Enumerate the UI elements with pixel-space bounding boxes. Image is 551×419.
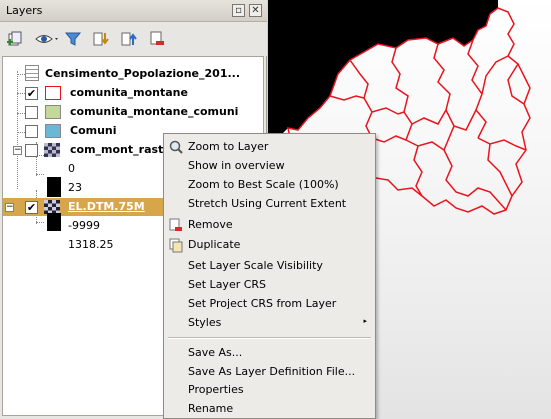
layer-label: comunita_montane [70,86,188,99]
legend-value: 1318.25 [68,238,114,251]
layer-row-censimento[interactable]: Censimento_Popolazione_201... [3,65,263,83]
check-icon: ✔ [26,87,37,100]
legend-swatch [47,213,61,231]
menu-item-label: Show in overview [188,159,285,172]
menu-item-scale-visibility[interactable]: Set Layer Scale Visibility [164,256,375,275]
visibility-eye-icon [35,35,58,43]
menu-item-label: Save As... [188,346,243,359]
menu-item-properties[interactable]: Properties [164,380,375,399]
menu-item-label: Set Project CRS from Layer [188,297,337,310]
raster-layer-icon [44,200,60,214]
close-icon: ✕ [251,5,260,16]
expand-all-icon [93,32,109,46]
add-group-icon [7,31,22,46]
collapse-icon[interactable]: − [13,146,22,155]
layer-context-menu: Zoom to Layer Show in overview Zoom to B… [163,133,376,419]
collapse-all-button[interactable] [118,28,140,50]
menu-item-duplicate[interactable]: Duplicate [164,235,375,254]
layer-row-comunita-montane-comuni[interactable]: comunita_montane_comuni [3,103,263,121]
layers-toolbar [0,22,267,56]
menu-item-zoom-to-layer[interactable]: Zoom to Layer [164,137,375,156]
menu-item-label: Rename [188,402,234,415]
layer-visibility-checkbox[interactable]: ✔ [25,201,38,214]
menu-item-label: Zoom to Best Scale (100%) [188,178,339,191]
menu-item-label: Styles [188,316,222,329]
zoom-icon [169,140,183,154]
add-group-button[interactable] [4,28,26,50]
menu-separator [168,337,371,339]
menu-item-label: Properties [188,383,244,396]
remove-layer-button[interactable] [146,28,168,50]
legend-value: 0 [68,162,75,175]
menu-item-label: Zoom to Layer [188,140,269,153]
menu-item-show-in-overview[interactable]: Show in overview [164,156,375,175]
submenu-arrow-icon: ▸ [363,317,367,325]
menu-item-label: Set Layer CRS [188,278,267,291]
menu-item-label: Remove [188,218,233,231]
menu-item-stretch-extent[interactable]: Stretch Using Current Extent [164,194,375,213]
layer-label: EL.DTM.75M [68,200,145,213]
menu-item-set-project-crs[interactable]: Set Project CRS from Layer [164,294,375,313]
float-panel-button[interactable]: ▫ [232,4,245,17]
menu-item-styles[interactable]: Styles ▸ [164,313,375,332]
menu-item-label: Set Layer Scale Visibility [188,259,323,272]
menu-item-label: Stretch Using Current Extent [188,197,347,210]
legend-swatch [47,232,61,250]
layer-label: Comuni [70,124,117,137]
menu-item-zoom-best-scale[interactable]: Zoom to Best Scale (100%) [164,175,375,194]
layer-row-comunita-montane[interactable]: ✔ comunita_montane [3,84,263,102]
layer-label: Censimento_Popolazione_201... [45,67,241,80]
menu-item-save-layer-definition[interactable]: Save As Layer Definition File... [164,362,375,381]
expand-all-button[interactable] [90,28,112,50]
legend-swatch [47,177,61,197]
polygon-symbol-icon [45,105,61,119]
filter-button[interactable] [62,28,84,50]
check-icon: ✔ [26,201,37,214]
remove-icon [169,218,182,231]
menu-item-save-as[interactable]: Save As... [164,343,375,362]
layer-visibility-checkbox[interactable] [25,125,38,138]
filter-icon [64,32,82,46]
panel-title: Layers [6,4,43,17]
layer-visibility-checkbox[interactable]: ✔ [25,87,38,100]
raster-layer-icon [44,143,60,157]
layer-visibility-checkbox[interactable] [25,106,38,119]
legend-value: -9999 [68,219,100,232]
close-panel-button[interactable]: ✕ [249,4,262,17]
collapse-all-icon [121,32,137,46]
layer-label: com_mont_rast [70,143,164,156]
legend-value: 23 [68,181,82,194]
collapse-icon[interactable]: − [5,203,14,212]
remove-layer-icon [150,31,164,45]
menu-item-label: Duplicate [188,238,241,251]
panel-titlebar[interactable]: Layers ▫ ✕ [0,0,267,22]
float-icon: ▫ [235,5,242,16]
menu-item-label: Save As Layer Definition File... [188,365,356,378]
table-layer-icon [25,65,39,81]
polygon-symbol-icon [45,86,61,100]
duplicate-icon [169,238,183,253]
menu-item-rename[interactable]: Rename [164,399,375,418]
layer-visibility-checkbox[interactable] [25,144,38,157]
menu-item-remove[interactable]: Remove [164,215,375,234]
menu-item-set-layer-crs[interactable]: Set Layer CRS [164,275,375,294]
layer-label: comunita_montane_comuni [70,105,239,118]
polygon-symbol-icon [45,124,61,138]
visibility-menu-button[interactable] [34,28,62,50]
